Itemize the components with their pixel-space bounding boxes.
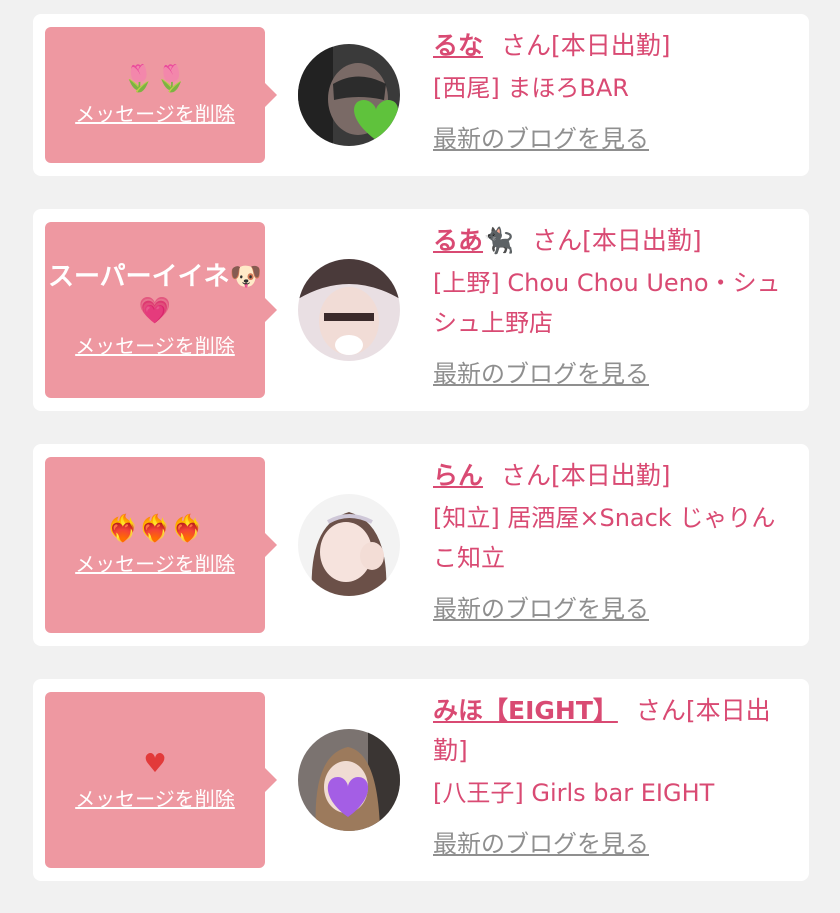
cast-status: さん[本日出勤]	[501, 461, 671, 490]
message-emoji: ❤️‍🔥❤️‍🔥❤️‍🔥	[106, 514, 204, 544]
latest-blog-link[interactable]: 最新のブログを見る	[433, 122, 649, 156]
shop-name: [知立] 居酒屋×Snack じゃりんこ知立	[433, 504, 776, 572]
latest-blog-link[interactable]: 最新のブログを見る	[433, 827, 649, 861]
shop-name: [上野] Chou Chou Ueno・シュシュ上野店	[433, 269, 781, 337]
message-emoji: 💗	[138, 296, 172, 326]
avatar[interactable]	[298, 729, 400, 831]
cast-status: さん[本日出勤]	[501, 31, 671, 60]
message-card: スーパーイイネ🐶 💗 メッセージを削除 るあ🐈‍⬛ さん[本日出勤] [上野] C…	[33, 209, 809, 411]
avatar-photo	[298, 729, 400, 831]
avatar-photo	[298, 44, 400, 146]
delete-message-link[interactable]: メッセージを削除	[75, 550, 235, 578]
message-bubble: ♥ メッセージを削除	[45, 692, 277, 868]
delete-message-link[interactable]: メッセージを削除	[75, 332, 235, 360]
avatar[interactable]	[298, 44, 400, 146]
avatar[interactable]	[298, 259, 400, 361]
cast-name-link[interactable]: るあ	[433, 226, 483, 255]
avatar[interactable]	[298, 494, 400, 596]
message-card: ❤️‍🔥❤️‍🔥❤️‍🔥 メッセージを削除 らん さん[本日出勤] [知立] 居酒…	[33, 444, 809, 646]
avatar-photo	[298, 259, 400, 361]
message-bubble: 🌷🌷 メッセージを削除	[45, 27, 277, 163]
message-emoji: 🌷🌷	[122, 64, 188, 94]
cast-status: さん[本日出勤]	[532, 226, 702, 255]
latest-blog-link[interactable]: 最新のブログを見る	[433, 592, 649, 626]
cast-info: るな さん[本日出勤] [西尾] まほろBAR 最新のブログを見る	[433, 26, 789, 159]
message-bubble: ❤️‍🔥❤️‍🔥❤️‍🔥 メッセージを削除	[45, 457, 277, 633]
avatar-photo	[298, 494, 400, 596]
cast-name-suffix: 🐈‍⬛	[483, 226, 515, 255]
cast-name-link[interactable]: みほ【EIGHT】	[433, 696, 618, 725]
heart-icon: ♥	[143, 749, 167, 779]
shop-name: [西尾] まほろBAR	[433, 74, 629, 102]
cast-name-link[interactable]: らん	[433, 461, 483, 490]
delete-message-link[interactable]: メッセージを削除	[75, 100, 235, 128]
latest-blog-link[interactable]: 最新のブログを見る	[433, 357, 649, 391]
cast-info: らん さん[本日出勤] [知立] 居酒屋×Snack じゃりんこ知立 最新のブログ…	[433, 456, 789, 629]
shop-name: [八王子] Girls bar EIGHT	[433, 779, 715, 807]
cast-info: るあ🐈‍⬛ さん[本日出勤] [上野] Chou Chou Ueno・シュシュ上野…	[433, 221, 789, 394]
message-text: スーパーイイネ🐶	[47, 262, 263, 292]
message-card: ♥ メッセージを削除 みほ【EIGHT】 さん[本日出勤] [八王子] Girls…	[33, 679, 809, 881]
cast-info: みほ【EIGHT】 さん[本日出勤] [八王子] Girls bar EIGHT …	[433, 691, 789, 864]
delete-message-link[interactable]: メッセージを削除	[75, 785, 235, 813]
message-bubble: スーパーイイネ🐶 💗 メッセージを削除	[45, 222, 277, 398]
cast-name-link[interactable]: るな	[433, 31, 483, 60]
message-card: 🌷🌷 メッセージを削除 るな さん[本日出勤] [西尾] まほろBAR 最新のブロ…	[33, 14, 809, 176]
